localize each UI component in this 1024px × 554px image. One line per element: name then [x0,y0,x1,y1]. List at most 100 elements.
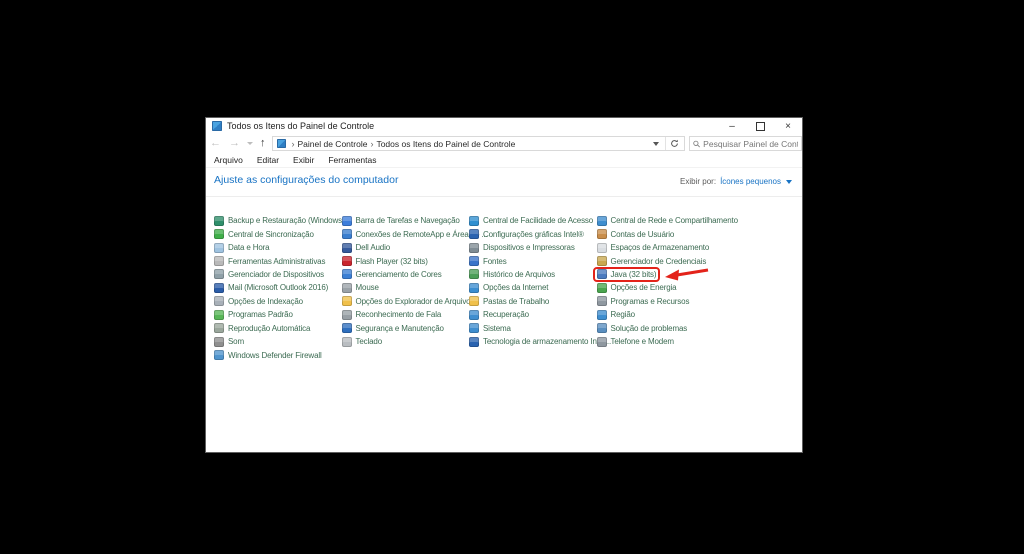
control-panel-app-icon [212,121,222,131]
control-panel-item-link[interactable]: Central de Rede e Compartilhamento [596,214,738,227]
control-panel-item-link[interactable]: Região [596,308,635,321]
breadcrumb-separator: › [370,138,374,149]
search-box[interactable] [688,136,802,151]
remoteapp-connections-icon [341,229,352,240]
control-panel-item-link[interactable]: Tecnologia de armazenamento Intel... [469,335,611,348]
control-panel-item-link[interactable]: Programas Padrão [214,308,293,321]
control-panel-item-label: Gerenciador de Credenciais [610,256,707,266]
close-button[interactable]: × [774,118,802,134]
control-panel-item-link[interactable]: Solução de problemas [596,322,688,335]
search-input[interactable] [703,138,798,149]
forward-icon[interactable]: → [225,138,244,149]
control-panel-item-link[interactable]: Gerenciador de Credenciais [596,254,707,267]
autoplay-icon [214,323,224,334]
control-panel-item-link[interactable]: Data e Hora [214,241,270,254]
control-panel-column: Barra de Tarefas e Navegação Conexões de … [341,214,488,362]
control-panel-item-link[interactable]: Dell Audio [341,241,390,254]
user-accounts-icon [596,229,607,240]
control-panel-item-label: Recuperação [483,310,529,320]
control-panel-item-link[interactable]: Ferramentas Administrativas [214,254,325,267]
control-panel-item-link[interactable]: Configurações gráficas Intel® [469,227,584,240]
control-panel-item-link[interactable]: Pastas de Trabalho [469,295,549,308]
up-icon[interactable]: ↑ [256,138,270,149]
control-panel-item-link[interactable]: Central de Sincronização [214,227,314,240]
control-panel-item-link[interactable]: Contas de Usuário [596,227,675,240]
menu-ferramentas[interactable]: Ferramentas [328,155,376,165]
mouse-icon [341,282,352,293]
color-management-icon [341,269,352,280]
menu-exibir[interactable]: Exibir [293,155,314,165]
back-icon[interactable]: ← [206,138,225,149]
control-panel-item-link[interactable]: Sistema [469,322,511,335]
control-panel-item-link[interactable]: Conexões de RemoteApp e Área de ... [341,227,488,240]
fonts-icon [469,256,479,267]
navigation-bar: ← → ↑ › Painel de Controle › Todos os It… [206,134,802,153]
control-panel-item-label: Opções de Indexação [228,296,303,306]
control-panel-item-link[interactable]: Flash Player (32 bits) [341,254,428,267]
control-panel-item-link[interactable]: Som [214,335,244,348]
window-title: Todos os Itens do Painel de Controle [227,121,375,131]
region-icon [596,309,607,320]
control-panel-item-link[interactable]: Backup e Restauração (Windows 7) [214,214,351,227]
title-bar[interactable]: Todos os Itens do Painel de Controle – × [206,118,802,134]
control-panel-item-link[interactable]: Java (32 bits) [592,266,709,283]
network-sharing-icon [596,215,607,226]
work-folders-icon [469,296,479,307]
control-panel-item-label: Dispositivos e Impressoras [483,243,575,253]
control-panel-item-link[interactable]: Mail (Microsoft Outlook 2016) [214,281,328,294]
internet-options-icon [469,282,479,293]
phone-modem-icon [596,336,607,347]
control-panel-item-link[interactable]: Barra de Tarefas e Navegação [341,214,460,227]
control-panel-item-link[interactable]: Fontes [469,254,507,267]
control-panel-item-label: Segurança e Manutenção [355,323,444,333]
control-panel-item-label: Solução de problemas [610,323,688,333]
control-panel-item-link[interactable]: Dispositivos e Impressoras [469,241,575,254]
control-panel-item-link[interactable]: Mouse [341,281,379,294]
control-panel-item-link[interactable]: Espaços de Armazenamento [596,241,709,254]
control-panel-item-link[interactable]: Central de Facilidade de Acesso [469,214,593,227]
control-panel-item-label: Java (32 bits) [610,269,657,279]
control-panel-item-link[interactable]: Histórico de Arquivos [469,268,555,281]
control-panel-item-link[interactable]: Opções de Energia [596,281,677,294]
control-panel-item-link[interactable]: Recuperação [469,308,529,321]
control-panel-item-label: Contas de Usuário [610,229,675,239]
maximize-button[interactable] [746,118,774,134]
address-bar[interactable]: › Painel de Controle › Todos os Itens do… [271,136,685,151]
control-panel-item-link[interactable]: Opções do Explorador de Arquivos [341,295,474,308]
view-by-dropdown[interactable]: Ícones pequenos [720,177,781,186]
admin-tools-icon [214,256,224,267]
breadcrumb-control-panel[interactable]: Painel de Controle [298,139,368,149]
control-panel-item-link[interactable]: Segurança e Manutenção [341,322,444,335]
address-dropdown-chevron-icon[interactable] [652,141,659,146]
control-panel-item-link[interactable]: Teclado [341,335,383,348]
control-panel-column: Backup e Restauração (Windows 7) Central … [214,214,351,362]
control-panel-item-label: Opções da Internet [483,283,549,293]
default-programs-icon [214,309,224,320]
control-panel-item-link[interactable]: Gerenciador de Dispositivos [214,268,324,281]
menu-editar[interactable]: Editar [257,155,279,165]
flash-player-icon [341,256,352,267]
control-panel-item-label: Gerenciamento de Cores [355,269,442,279]
control-panel-item-link[interactable]: Programas e Recursos [596,295,689,308]
sync-center-icon [214,229,224,240]
control-panel-item-label: Teclado [355,337,383,347]
control-panel-item-link[interactable]: Gerenciamento de Cores [341,268,442,281]
system-icon [469,323,479,334]
control-panel-item-link[interactable]: Telefone e Modem [596,335,674,348]
refresh-icon[interactable] [666,137,684,150]
minimize-button[interactable]: – [718,118,746,134]
control-panel-item-link[interactable]: Windows Defender Firewall [214,348,322,361]
backup-restore-icon [214,215,224,226]
control-panel-item-link[interactable]: Opções da Internet [469,281,548,294]
control-panel-item-label: Reprodução Automática [228,323,311,333]
search-icon [693,140,700,147]
control-panel-item-link[interactable]: Reprodução Automática [214,322,310,335]
menu-arquivo[interactable]: Arquivo [214,155,243,165]
control-panel-item-link[interactable]: Opções de Indexação [214,295,303,308]
control-panel-item-label: Programas Padrão [228,310,293,320]
breadcrumb-all-items[interactable]: Todos os Itens do Painel de Controle [376,139,515,149]
chevron-down-icon[interactable] [786,179,792,184]
recent-locations-chevron-icon[interactable] [247,142,253,145]
control-panel-item-label: Som [228,337,244,347]
control-panel-item-link[interactable]: Reconhecimento de Fala [341,308,441,321]
